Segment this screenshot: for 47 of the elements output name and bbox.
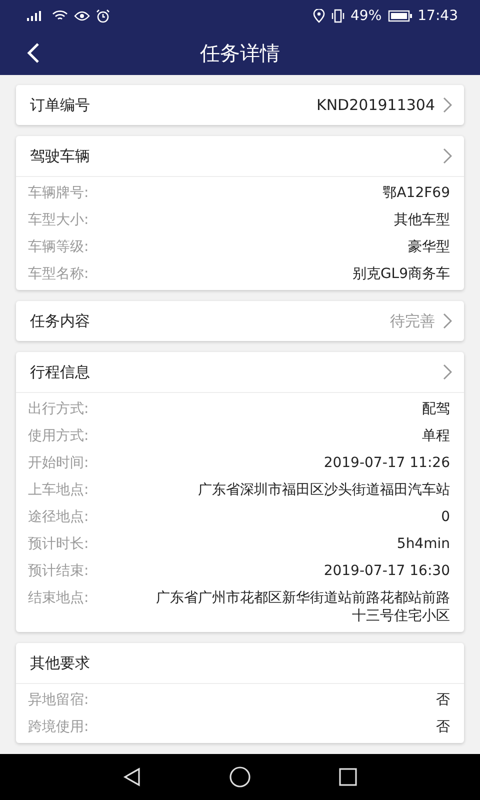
section-title: 订单编号 bbox=[30, 96, 91, 114]
field-label: 车辆等级: bbox=[28, 238, 90, 256]
section-card[interactable]: 任务内容 待完善 bbox=[16, 301, 464, 341]
field-value: 鄂A12F69 bbox=[382, 184, 450, 202]
chevron-left-icon bbox=[26, 42, 40, 64]
field-value: 单程 bbox=[421, 426, 450, 444]
field-label: 车型大小: bbox=[28, 210, 90, 228]
section-title: 任务内容 bbox=[30, 312, 91, 330]
field-value: 2019-07-17 11:26 bbox=[322, 454, 450, 472]
wifi-icon bbox=[52, 10, 68, 22]
field-value: 否 bbox=[435, 690, 450, 708]
field-label: 异地留宿: bbox=[28, 690, 90, 708]
section-card[interactable]: 订单编号 KND201911304 bbox=[16, 85, 464, 125]
field-value: 2019-07-17 16:30 bbox=[322, 562, 450, 580]
battery-icon bbox=[388, 10, 412, 22]
field-value: 其他车型 bbox=[393, 210, 450, 228]
location-icon bbox=[312, 9, 325, 23]
section-title: 行程信息 bbox=[30, 362, 91, 382]
eye-icon bbox=[74, 10, 90, 22]
field-label: 结束地点: bbox=[28, 588, 90, 606]
field-label: 使用方式: bbox=[28, 426, 90, 444]
field-value: 广东省深圳市福田区沙头街道福田汽车站 bbox=[197, 480, 450, 498]
field-label: 车辆牌号: bbox=[28, 184, 90, 202]
vibrate-icon bbox=[330, 9, 345, 23]
alarm-icon bbox=[96, 9, 110, 23]
field-label: 预计时长: bbox=[28, 534, 90, 552]
field-label: 上车地点: bbox=[28, 480, 90, 498]
field-value: 别克GL9商务车 bbox=[351, 264, 450, 282]
battery-percent: 49% bbox=[350, 8, 382, 24]
clock-time: 17:43 bbox=[418, 8, 458, 24]
field-value: 配驾 bbox=[421, 400, 450, 418]
section-value: 待完善 bbox=[390, 312, 435, 330]
page-title: 任务详情 bbox=[200, 40, 280, 67]
field-label: 车型名称: bbox=[28, 264, 90, 282]
section-value: KND201911304 bbox=[316, 96, 435, 114]
field-value: 豪华型 bbox=[407, 238, 450, 256]
field-label: 途径地点: bbox=[28, 508, 90, 526]
field-value: 0 bbox=[440, 508, 450, 526]
section-title: 驾驶车辆 bbox=[30, 146, 91, 166]
field-value: 广东省广州市花都区新华街道站前路花都站前路十三号住宅小区 bbox=[155, 588, 450, 624]
field-label: 跨境使用: bbox=[28, 718, 90, 736]
field-label: 预计结束: bbox=[28, 562, 90, 580]
field-label: 开始时间: bbox=[28, 454, 90, 472]
field-value: 否 bbox=[435, 718, 450, 736]
section-title: 其他要求 bbox=[30, 654, 91, 672]
field-label: 出行方式: bbox=[28, 400, 90, 418]
field-value: 5h4min bbox=[396, 534, 450, 552]
